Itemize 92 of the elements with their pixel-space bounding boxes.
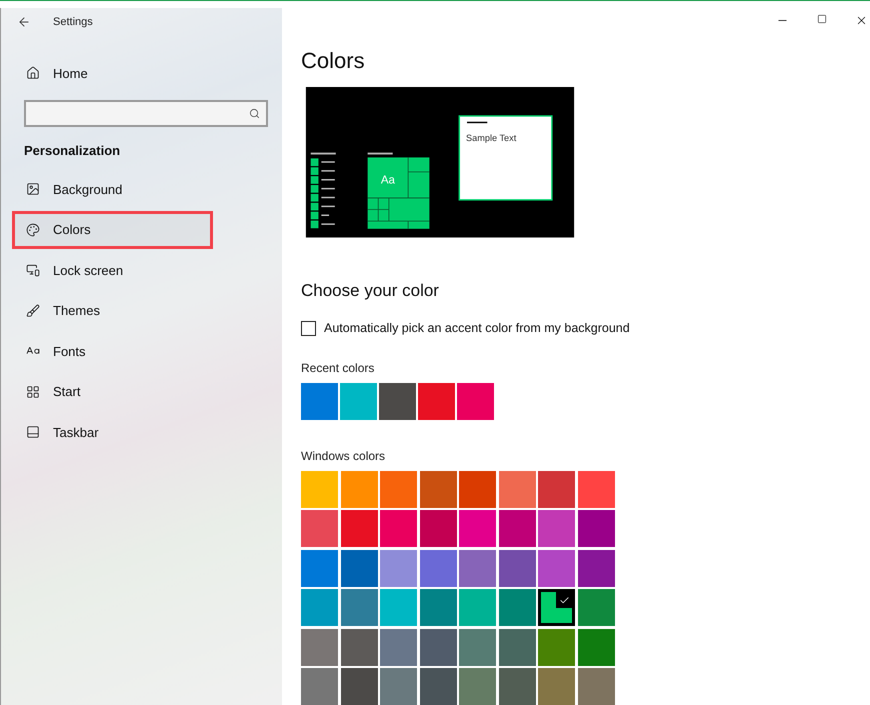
nav-item[interactable]: Lock screen	[12, 251, 213, 289]
checkbox[interactable]	[301, 320, 316, 336]
color-swatch[interactable]	[301, 510, 338, 547]
home-icon	[26, 66, 40, 80]
color-swatch[interactable]	[459, 668, 496, 705]
color-swatch[interactable]	[340, 628, 378, 666]
color-swatch[interactable]	[578, 550, 614, 586]
color-swatch[interactable]	[420, 470, 456, 508]
color-swatch[interactable]	[578, 589, 614, 626]
tile-text: Aa	[380, 174, 395, 186]
window-title: Settings	[53, 16, 93, 28]
color-swatch[interactable]	[498, 550, 536, 586]
color-swatch[interactable]	[420, 550, 456, 586]
nav-label: Background	[53, 182, 122, 196]
section-label: Recent colors	[301, 360, 376, 374]
palette-icon	[26, 222, 40, 236]
nav-item[interactable]: Fonts	[12, 332, 213, 370]
section-heading: Personalization	[23, 142, 122, 160]
color-swatch[interactable]	[380, 550, 417, 586]
color-swatch[interactable]	[420, 668, 456, 705]
color-swatch[interactable]	[459, 470, 496, 508]
color-swatch[interactable]	[420, 628, 456, 666]
color-swatch[interactable]	[538, 668, 575, 705]
brush-icon	[26, 304, 40, 318]
color-swatch[interactable]	[459, 589, 496, 626]
back-button[interactable]	[17, 15, 31, 29]
nav-label: Fonts	[53, 344, 86, 358]
color-swatch[interactable]	[459, 550, 496, 586]
color-swatch[interactable]	[538, 510, 575, 547]
color-swatch[interactable]	[538, 628, 575, 666]
color-swatch[interactable]	[301, 470, 338, 508]
nav-item[interactable]: Background	[12, 170, 213, 208]
monitor-icon	[26, 263, 40, 277]
checkbox-label: Automatically pick an accent color from my background	[324, 321, 630, 335]
close-icon[interactable]	[855, 14, 868, 27]
nav-item[interactable]: Themes	[12, 292, 213, 330]
color-swatch[interactable]	[301, 628, 338, 666]
color-swatch[interactable]	[578, 668, 614, 705]
nav-label: Themes	[53, 303, 100, 318]
search-icon	[249, 108, 260, 119]
color-swatch[interactable]	[301, 382, 338, 420]
color-swatch[interactable]	[538, 550, 575, 586]
nav-label: Start	[53, 384, 80, 399]
grid-icon	[26, 384, 40, 398]
nav-item[interactable]: Taskbar	[12, 413, 213, 451]
color-swatch[interactable]	[340, 668, 378, 705]
color-swatch[interactable]	[380, 470, 417, 508]
color-swatch[interactable]	[498, 668, 536, 705]
color-swatch[interactable]	[418, 382, 455, 420]
nav-item[interactable]: Start	[12, 372, 213, 410]
color-swatch[interactable]	[578, 510, 614, 547]
section-heading: Choose your color	[301, 280, 440, 300]
color-swatch[interactable]	[340, 382, 377, 420]
color-swatch[interactable]	[578, 628, 614, 666]
search-field[interactable]	[24, 100, 268, 127]
home-link[interactable]: Home	[12, 54, 213, 92]
color-swatch[interactable]	[420, 510, 456, 547]
nav-label: Home	[53, 66, 88, 80]
nav-label: Taskbar	[53, 424, 99, 440]
sample-text: Sample Text	[466, 133, 516, 144]
color-swatch[interactable]	[498, 510, 536, 547]
color-swatch[interactable]	[578, 470, 614, 508]
nav-label: Colors	[53, 222, 91, 237]
taskbar-icon	[26, 425, 40, 439]
color-swatch[interactable]	[498, 628, 536, 666]
color-swatch[interactable]	[498, 589, 536, 626]
color-swatch[interactable]	[538, 589, 575, 626]
color-swatch[interactable]	[459, 628, 496, 666]
picture-icon	[26, 182, 40, 196]
color-swatch[interactable]	[457, 382, 494, 420]
nav-label: Lock screen	[53, 262, 124, 278]
nav-item[interactable]: Colors	[12, 210, 213, 248]
check-icon	[558, 594, 570, 606]
color-swatch[interactable]	[380, 589, 417, 626]
color-swatch[interactable]	[301, 668, 338, 705]
color-swatch[interactable]	[301, 589, 338, 626]
color-swatch[interactable]	[340, 470, 378, 508]
color-swatch[interactable]	[380, 668, 417, 705]
color-swatch[interactable]	[340, 550, 378, 586]
maximize-icon[interactable]	[817, 14, 827, 24]
color-swatch[interactable]	[380, 628, 417, 666]
color-swatch[interactable]	[380, 510, 417, 547]
color-swatch[interactable]	[420, 589, 456, 626]
color-swatch[interactable]	[538, 470, 575, 508]
color-swatch[interactable]	[340, 510, 378, 547]
page-title: Colors	[301, 48, 366, 74]
color-swatch[interactable]	[459, 510, 496, 547]
section-label: Windows colors	[301, 448, 386, 462]
color-swatch[interactable]	[301, 550, 338, 586]
color-swatch[interactable]	[498, 470, 536, 508]
color-swatch[interactable]	[340, 589, 378, 626]
color-swatch[interactable]	[379, 382, 416, 420]
